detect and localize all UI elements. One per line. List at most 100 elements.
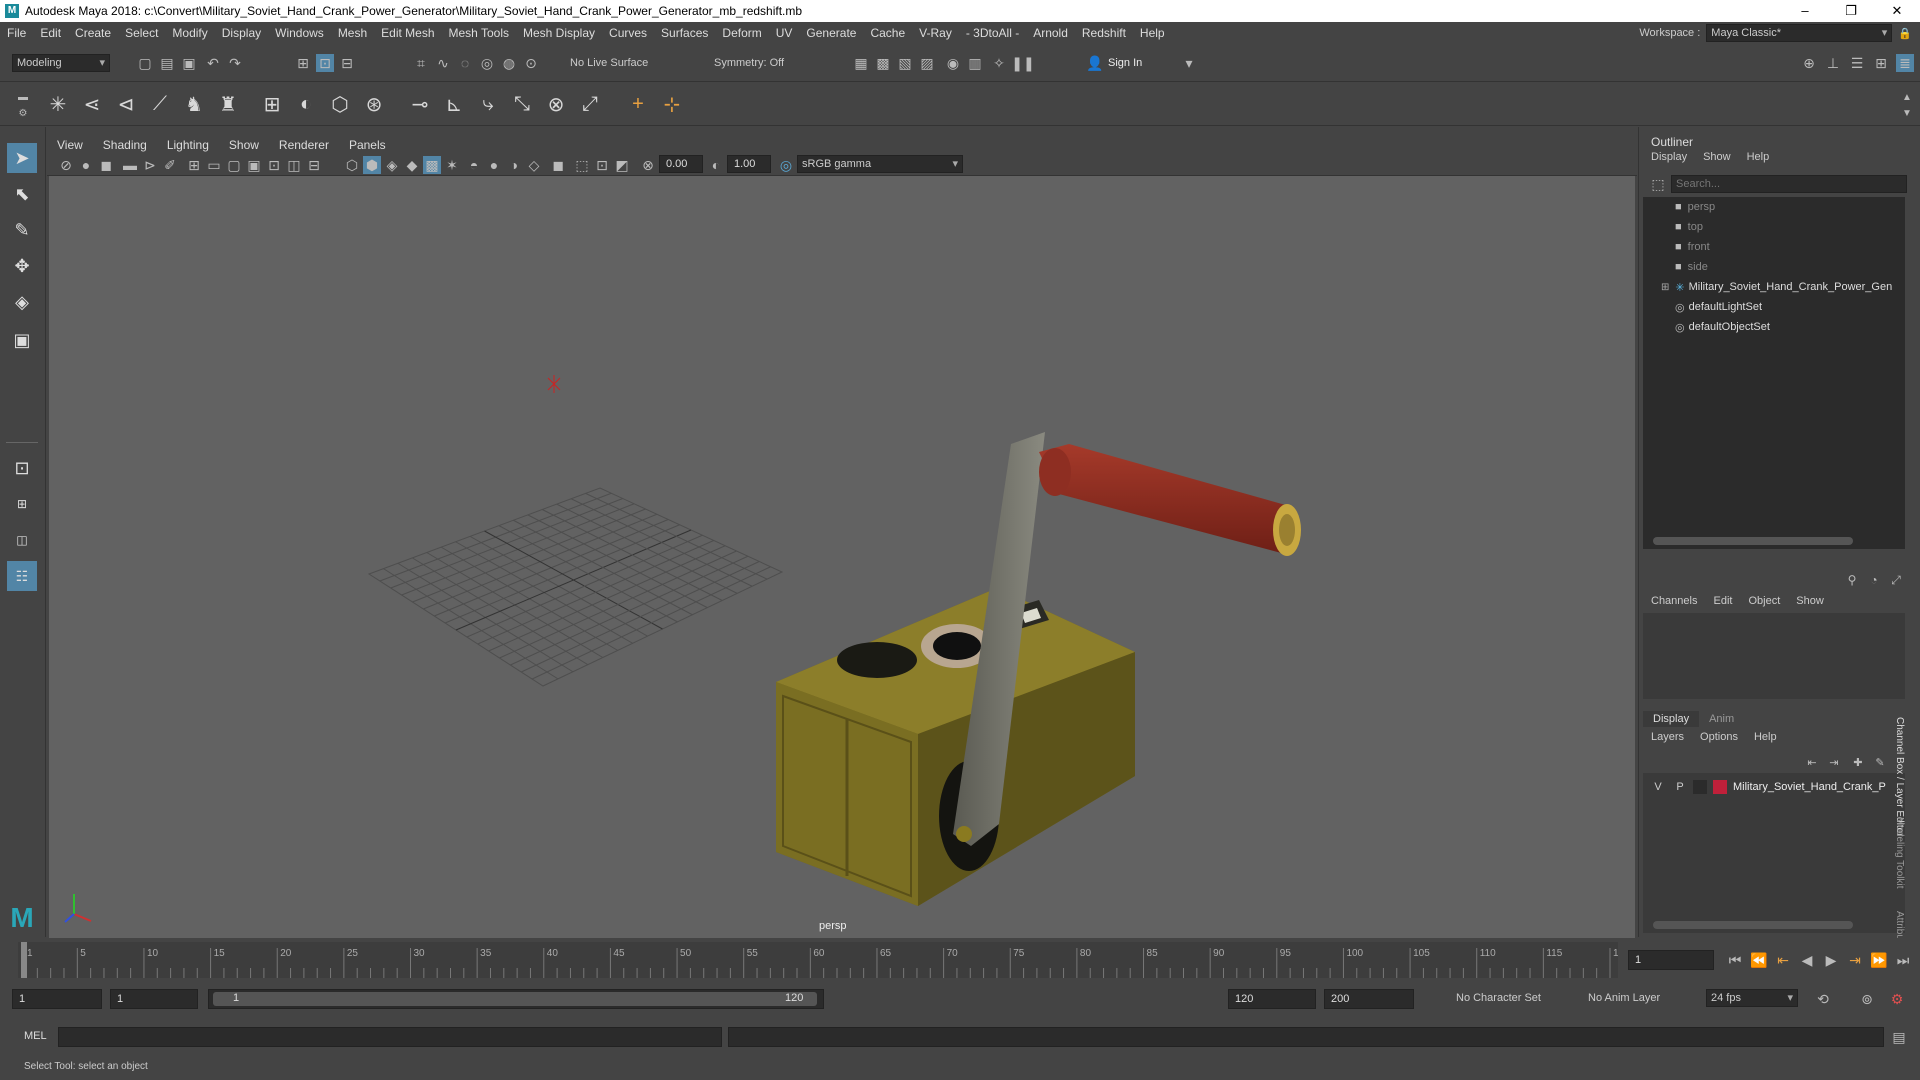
pole-vector-icon[interactable]: ⤢	[576, 90, 604, 118]
auto-key-icon[interactable]: ⊚	[1858, 990, 1876, 1008]
live-surface-label[interactable]: No Live Surface	[566, 54, 652, 74]
redshift-ipr-icon[interactable]: ✧	[990, 54, 1008, 72]
use-all-lights-icon[interactable]: ▩	[423, 156, 441, 174]
menu-cache[interactable]: Cache	[863, 26, 912, 40]
camera-select-icon[interactable]: ⊘	[57, 156, 75, 174]
layer-display-type[interactable]	[1693, 780, 1707, 794]
smooth-shade-icon[interactable]: ⬢	[363, 156, 381, 174]
loop-icon[interactable]: ⟲	[1814, 990, 1832, 1008]
anti-aliasing-icon[interactable]: ◑	[505, 156, 523, 174]
playback-end-field[interactable]: 120	[1228, 989, 1316, 1009]
go-to-start-icon[interactable]: ⏮	[1726, 951, 1744, 969]
symmetry-select[interactable]: Symmetry: Off	[710, 54, 788, 74]
color-management-icon[interactable]: ◎	[777, 156, 795, 174]
four-view-icon[interactable]: ⊞	[7, 489, 37, 519]
range-slider-track[interactable]: 1 120	[208, 989, 824, 1009]
save-scene-icon[interactable]: ▣	[180, 54, 198, 72]
layers-tab-anim[interactable]: Anim	[1699, 711, 1744, 727]
channels-menu-object[interactable]: Object	[1748, 595, 1780, 607]
chevron-down-icon[interactable]: ▾	[1180, 54, 1198, 72]
lasso-tool-icon[interactable]: ⬉	[7, 179, 37, 209]
menu-file[interactable]: File	[0, 26, 33, 40]
anim-layer-select[interactable]: No Anim Layer	[1584, 989, 1664, 1009]
preferences-icon[interactable]: ⚙	[1888, 990, 1906, 1008]
rotate-tool-icon[interactable]: ◈	[7, 287, 37, 317]
scale-constraint-icon[interactable]: ⤡	[508, 90, 536, 118]
menu-select[interactable]: Select	[118, 26, 165, 40]
vp-menu-panels[interactable]: Panels	[339, 138, 396, 152]
move-tool-icon[interactable]: ✥	[7, 251, 37, 281]
channel-icon-b[interactable]: ◔	[1865, 571, 1883, 589]
menu-edit-mesh[interactable]: Edit Mesh	[374, 26, 441, 40]
menu-uv[interactable]: UV	[769, 26, 800, 40]
select-component-icon[interactable]: ⊟	[338, 54, 356, 72]
camera-attributes-icon[interactable]: ●	[77, 156, 95, 174]
menu-edit[interactable]: Edit	[33, 26, 68, 40]
current-frame-field[interactable]: 1	[1628, 950, 1714, 970]
curve-tool-icon[interactable]: ⟋	[146, 90, 174, 118]
animation-end-field[interactable]: 200	[1324, 989, 1414, 1009]
outliner-item-top[interactable]: ■ top	[1675, 217, 1920, 237]
menu-display[interactable]: Display	[215, 26, 268, 40]
shelf-scroll-down-icon[interactable]: ▼	[1898, 104, 1916, 122]
snap-curve-icon[interactable]: ∿	[434, 54, 452, 72]
workspace-select[interactable]: Maya Classic*	[1706, 24, 1893, 42]
menu-surfaces[interactable]: Surfaces	[654, 26, 715, 40]
smooth-bind-icon[interactable]: ⊞	[258, 90, 286, 118]
safe-action-icon[interactable]: ◫	[285, 156, 303, 174]
go-to-end-icon[interactable]: ⏭	[1894, 951, 1912, 969]
vp-menu-show[interactable]: Show	[219, 138, 269, 152]
motion-blur-icon[interactable]: ●	[485, 156, 503, 174]
outliner-toggle-icon[interactable]: ≣	[1896, 54, 1914, 72]
single-perspective-icon[interactable]: ⊡	[7, 453, 37, 483]
shadows-icon[interactable]: ✶	[443, 156, 461, 174]
mel-label[interactable]: MEL	[24, 1030, 47, 1042]
outliner-search-input[interactable]	[1671, 175, 1907, 193]
new-scene-icon[interactable]: ▢	[136, 54, 154, 72]
select-tool-icon[interactable]: ➤	[7, 143, 37, 173]
play-forward-icon[interactable]: ▶	[1822, 951, 1840, 969]
mel-command-input[interactable]	[58, 1027, 722, 1047]
range-slider-handle[interactable]	[213, 992, 817, 1006]
render-view-icon[interactable]: ▥	[966, 54, 984, 72]
gate-mask-icon[interactable]: ▣	[245, 156, 263, 174]
new-layer-selected-icon[interactable]: ✎	[1871, 753, 1889, 771]
time-slider[interactable]: 1 5 10 15 20 25 30 35 40 45 50 55 60 65 70 75 80 85 90 95 10…	[0, 938, 1920, 982]
layer-row[interactable]: V P Military_Soviet_Hand_Crank_P	[1649, 777, 1905, 797]
maximize-button[interactable]: ❐	[1828, 3, 1874, 19]
menu-mesh[interactable]: Mesh	[331, 26, 374, 40]
paint-select-icon[interactable]: ✎	[7, 215, 37, 245]
select-hierarchy-icon[interactable]: ⊞	[294, 54, 312, 72]
grease-pencil-icon[interactable]: ✐	[161, 156, 179, 174]
exposure-field[interactable]: 0.00	[659, 155, 703, 173]
ik-handle-icon[interactable]: ⋖	[78, 90, 106, 118]
resolution-gate-icon[interactable]: ▢	[225, 156, 243, 174]
animation-start-field[interactable]: 1	[12, 989, 102, 1009]
gamma-field[interactable]: 1.00	[727, 155, 771, 173]
pause-icon[interactable]: ❚❚	[1011, 54, 1034, 72]
outliner-item-default-object-set[interactable]: ◎ defaultObjectSet	[1675, 317, 1920, 337]
color-space-select[interactable]: sRGB gamma	[797, 155, 963, 173]
script-editor-icon[interactable]: ▤	[1890, 1028, 1908, 1046]
layers-tab-display[interactable]: Display	[1643, 711, 1700, 727]
modeling-toolkit-icon[interactable]: ⊕	[1800, 54, 1818, 72]
viewport-persp[interactable]: persp	[49, 176, 1635, 938]
minimize-button[interactable]: –	[1782, 3, 1828, 19]
wireframe-on-shaded-icon[interactable]: ◈	[383, 156, 401, 174]
layer-playback-toggle[interactable]: P	[1671, 781, 1689, 793]
outliner-item-default-light-set[interactable]: ◎ defaultLightSet	[1675, 297, 1920, 317]
vp-menu-shading[interactable]: Shading	[93, 138, 157, 152]
menu-deform[interactable]: Deform	[715, 26, 768, 40]
vp-menu-view[interactable]: View	[47, 138, 93, 152]
side-tab-modeling-toolkit[interactable]: Modeling Toolkit	[1894, 817, 1905, 889]
ik-spline-icon[interactable]: ⊲	[112, 90, 140, 118]
step-forward-frame-icon[interactable]: ⇥	[1846, 951, 1864, 969]
vp-menu-lighting[interactable]: Lighting	[157, 138, 219, 152]
outliner-h-scrollbar[interactable]	[1653, 537, 1853, 545]
wireframe-icon[interactable]: ⬡	[343, 156, 361, 174]
channel-icon-a[interactable]: ⚲	[1843, 571, 1861, 589]
orient-constraint-icon[interactable]: ⤷	[474, 90, 502, 118]
two-view-icon[interactable]: ◫	[7, 525, 37, 555]
channels-menu-channels[interactable]: Channels	[1651, 595, 1697, 607]
shelf-settings-icon[interactable]: ⚙	[14, 104, 32, 122]
